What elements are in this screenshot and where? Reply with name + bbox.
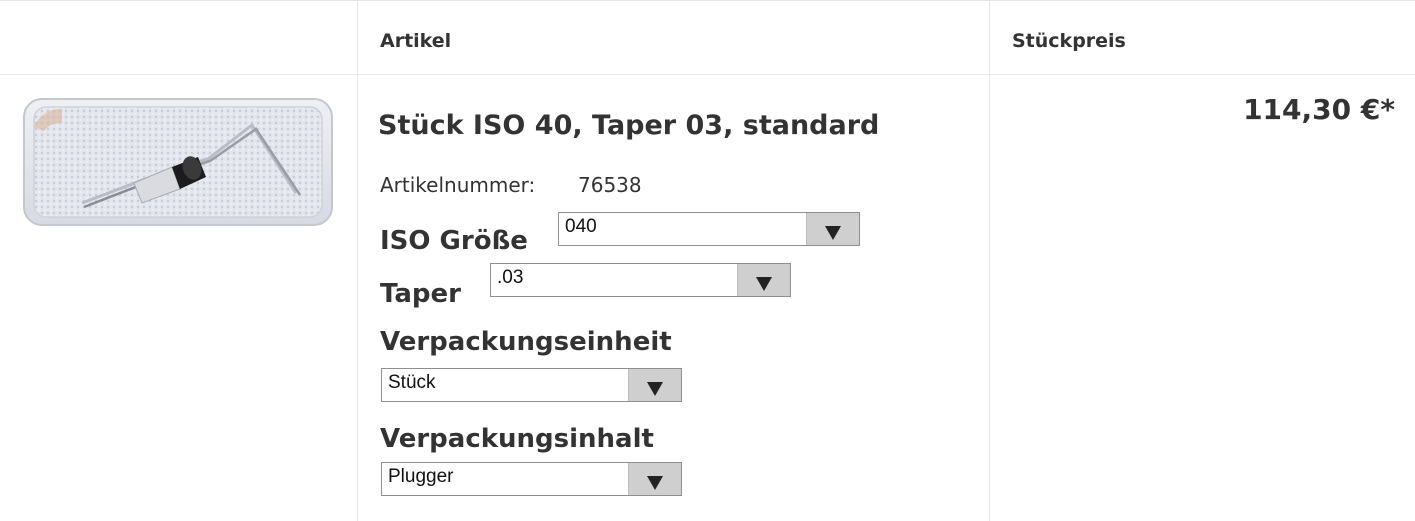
chevron-down-icon [628,463,681,495]
header-article: Artikel [380,30,452,52]
sku-value: 76538 [578,173,642,197]
packaging-content-select[interactable]: Plugger [381,462,682,496]
iso-size-value: 040 [565,216,597,237]
column-divider [357,0,358,521]
iso-size-label: ISO Größe [380,226,528,256]
taper-label: Taper [380,279,461,309]
sku-label: Artikelnummer: [380,173,536,197]
packaging-content-value: Plugger [388,466,454,487]
iso-size-select[interactable]: 040 [558,212,860,246]
chevron-down-icon [806,213,859,245]
column-divider [989,0,990,521]
taper-value: .03 [497,267,524,288]
taper-select[interactable]: .03 [490,263,791,297]
packaging-content-label: Verpackungsinhalt [380,424,654,454]
header-unit-price: Stückpreis [1012,30,1126,52]
unit-price: 114,30 €* [1243,93,1395,126]
packaging-unit-select[interactable]: Stück [381,368,682,402]
packaging-unit-label: Verpackungseinheit [380,327,672,357]
product-title[interactable]: Stück ISO 40, Taper 03, standard [378,110,879,141]
packaging-unit-value: Stück [388,372,436,393]
chevron-down-icon [628,369,681,401]
product-image[interactable] [22,97,334,227]
chevron-down-icon [737,264,790,296]
table-header [0,0,1415,75]
